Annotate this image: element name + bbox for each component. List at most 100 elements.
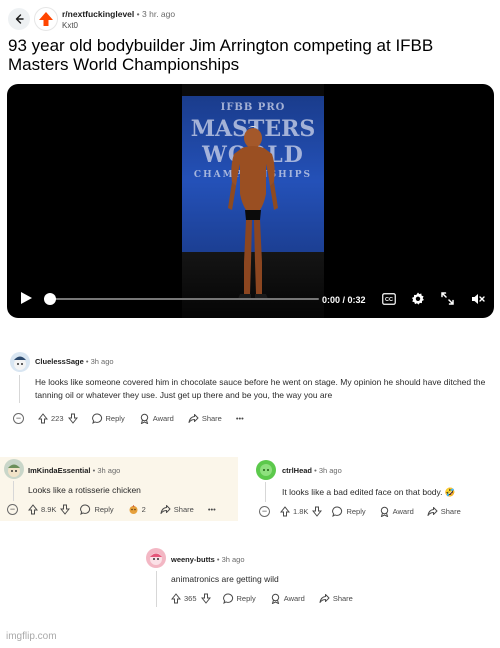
downvote-icon [67, 413, 78, 424]
snoo-avatar-icon [150, 553, 162, 565]
comment-bubble-icon [222, 593, 233, 604]
play-icon[interactable] [19, 291, 33, 305]
award-button[interactable]: Award [270, 593, 305, 604]
downvote-button[interactable] [200, 593, 211, 604]
post-title: 93 year old bodybuilder Jim Arrington co… [8, 36, 434, 74]
upvote-icon [171, 593, 181, 604]
downvote-button[interactable] [67, 413, 78, 424]
upvote-button[interactable]: 365 [171, 593, 197, 604]
more-icon: ••• [235, 414, 244, 423]
award-icon [380, 506, 388, 517]
bodybuilder-figure [228, 126, 278, 299]
comment-bubble-icon [91, 413, 102, 424]
vote-count: 365 [184, 594, 197, 603]
share-button[interactable]: Share [188, 413, 222, 424]
back-button[interactable] [8, 8, 30, 30]
fullscreen-button[interactable] [440, 291, 455, 306]
reply-button[interactable]: Reply [80, 504, 114, 515]
award-button[interactable]: Award [379, 506, 414, 517]
post-meta: r/nextfuckinglevel • 3 hr. ago [62, 9, 176, 19]
avatar[interactable] [256, 460, 276, 480]
upvote-button[interactable]: 8.9K [28, 504, 56, 515]
video-progress-track[interactable] [51, 298, 319, 300]
captions-icon: CC [381, 292, 396, 305]
video-progress-knob[interactable] [44, 293, 56, 305]
comment-bubble-icon [332, 506, 343, 517]
collapse-icon[interactable]: − [7, 504, 18, 515]
post-time: 3 hr. ago [142, 9, 176, 19]
vote-count: 8.9K [41, 505, 57, 514]
upvote-icon [280, 506, 290, 517]
thread-line[interactable] [265, 482, 266, 502]
comment-author: ctrlHead • 3h ago [282, 466, 342, 475]
upvote-arrow-icon [39, 12, 53, 26]
comment-bubble-icon [80, 504, 91, 515]
reply-button[interactable]: Reply [222, 593, 256, 604]
volume-muted-icon [471, 293, 485, 304]
more-options-button[interactable]: ••• [236, 414, 244, 423]
share-icon [427, 507, 438, 516]
downvote-icon [60, 504, 71, 515]
comment-author: weeny-butts • 3h ago [171, 555, 245, 564]
share-icon [188, 414, 199, 423]
share-button[interactable]: Share [319, 593, 353, 604]
award-emoji-icon [129, 505, 138, 514]
thread-line[interactable] [156, 571, 157, 607]
downvote-icon [312, 506, 323, 517]
post-author[interactable]: Kxt0 [62, 21, 78, 30]
back-arrow-icon [15, 14, 24, 24]
comment-actions: − 1.8K Reply Award Share [259, 506, 461, 517]
reply-button[interactable]: Reply [91, 413, 125, 424]
comment-text: He looks like someone covered him in cho… [35, 377, 486, 400]
collapse-icon[interactable]: − [259, 506, 270, 517]
award-button[interactable]: 2 [128, 504, 146, 515]
upvote-icon [38, 413, 48, 424]
upvote-icon [28, 504, 38, 515]
upvote-button[interactable]: 1.8K [280, 506, 308, 517]
avatar[interactable] [146, 548, 166, 568]
more-icon: ••• [207, 505, 216, 514]
award-icon [271, 593, 279, 604]
comment-author: ImKindaEssential • 3h ago [28, 466, 121, 475]
settings-button[interactable] [410, 291, 425, 306]
vote-count: 223 [51, 414, 64, 423]
award-button[interactable]: Award [139, 413, 174, 424]
watermark: imgflip.com [6, 631, 57, 642]
video-player[interactable]: IFBB PRO MASTERS WORLD CHAMPIONSHIPS 0:0… [7, 84, 494, 318]
award-icon [140, 413, 148, 424]
fullscreen-icon [441, 292, 454, 305]
more-options-button[interactable]: ••• [208, 505, 216, 514]
share-icon [319, 594, 330, 603]
snoo-avatar-icon [260, 464, 272, 476]
comment-text: animatronics are getting wild [171, 574, 279, 584]
downvote-button[interactable] [312, 506, 323, 517]
upvote-button[interactable]: 223 [38, 413, 64, 424]
share-button[interactable]: Share [427, 506, 461, 517]
comment-actions: 365 Reply Award Share [171, 593, 367, 604]
video-time: 0:00 / 0:32 [322, 295, 366, 305]
captions-button[interactable]: CC [381, 291, 396, 306]
gear-icon [411, 292, 424, 305]
comment-author: CluelessSage • 3h ago [35, 357, 114, 366]
share-icon [160, 505, 171, 514]
video-frame: IFBB PRO MASTERS WORLD CHAMPIONSHIPS [182, 84, 324, 318]
avatar[interactable] [4, 459, 24, 479]
subreddit-name[interactable]: r/nextfuckinglevel [62, 9, 134, 19]
collapse-icon[interactable]: − [13, 413, 24, 424]
avatar[interactable] [10, 352, 30, 372]
snoo-avatar-icon [8, 464, 20, 477]
mute-button[interactable] [470, 291, 485, 306]
svg-text:CC: CC [385, 297, 393, 303]
downvote-button[interactable] [60, 504, 71, 515]
downvote-icon [200, 593, 211, 604]
comment-text: It looks like a bad edited face on that … [282, 487, 456, 497]
thread-line[interactable] [19, 375, 20, 403]
subreddit-icon[interactable] [34, 7, 58, 31]
award-count: 2 [141, 505, 146, 514]
reply-button[interactable]: Reply [332, 506, 366, 517]
comment-actions: − 223 Reply Award Share ••• [13, 413, 258, 424]
comment-actions: − 8.9K Reply 2 Share ••• [7, 504, 230, 515]
snoo-avatar-icon [14, 356, 26, 370]
share-button[interactable]: Share [160, 504, 194, 515]
thread-line[interactable] [13, 481, 14, 501]
